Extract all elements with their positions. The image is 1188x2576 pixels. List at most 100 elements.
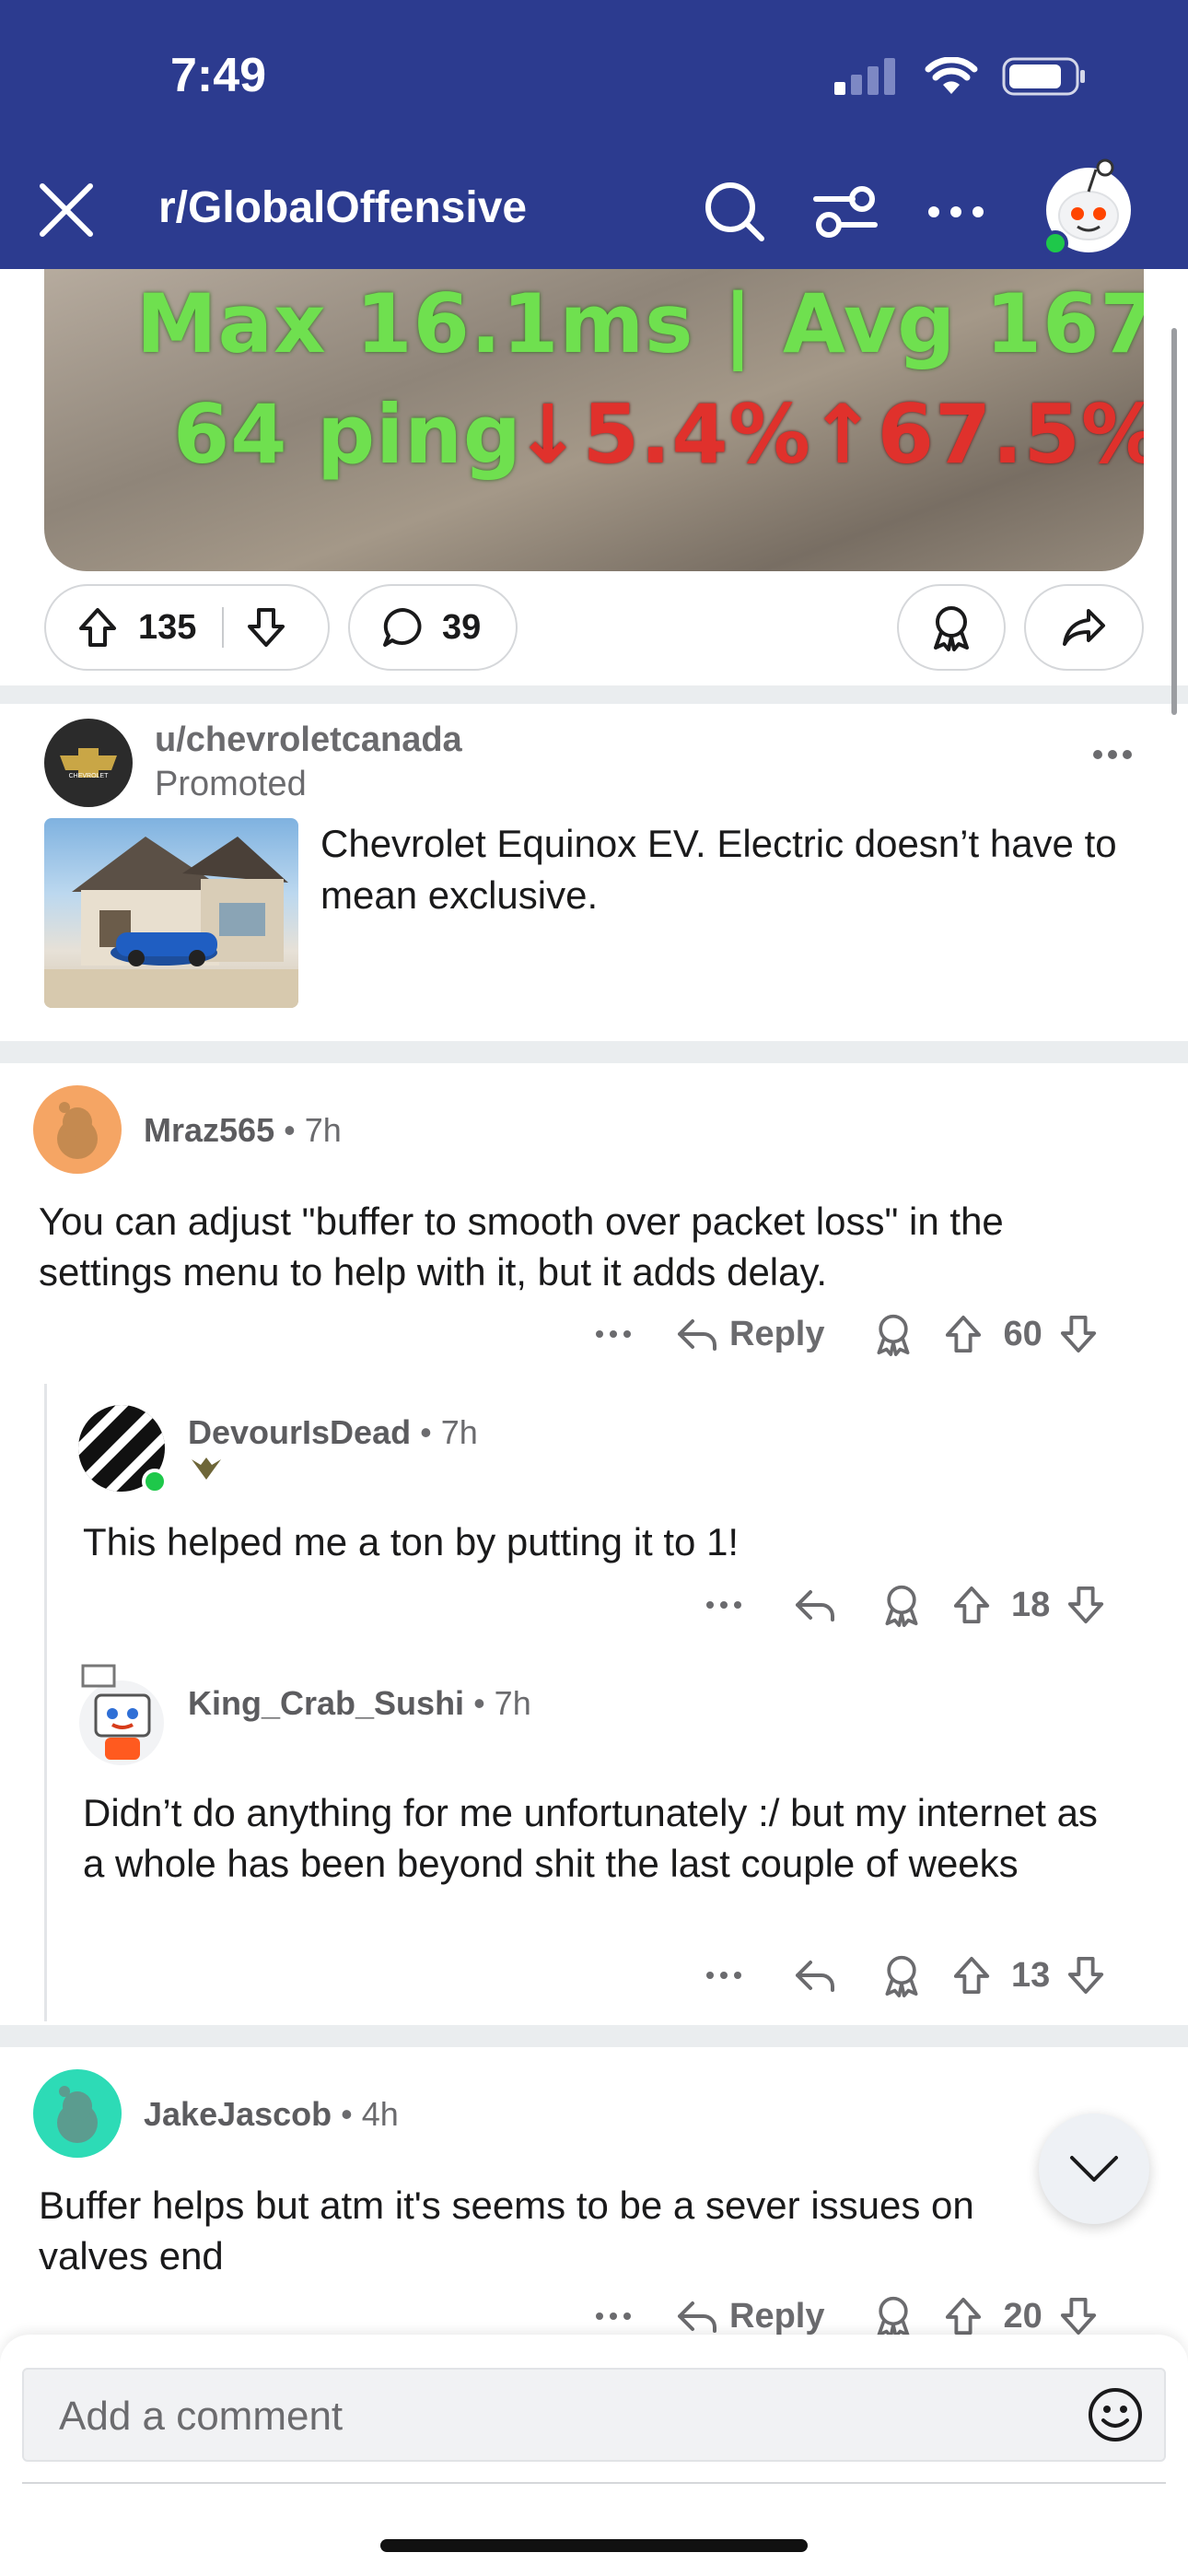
striped-avatar-icon	[78, 1405, 168, 1494]
comments-button[interactable]: 39	[348, 584, 518, 671]
award-button[interactable]	[872, 1312, 914, 1356]
comment-more-button[interactable]	[595, 2311, 632, 2322]
search-icon	[705, 182, 764, 241]
scrollbar-thumb[interactable]	[1171, 328, 1177, 715]
reply-icon	[678, 2301, 716, 2333]
smiley-face-icon	[1089, 2388, 1142, 2441]
more-horizontal-icon	[928, 206, 984, 217]
comment-avatar[interactable]	[77, 1404, 168, 1494]
advertiser-username[interactable]: u/chevroletcanada	[155, 720, 462, 760]
composer-divider	[22, 2482, 1166, 2484]
subreddit-title[interactable]: r/GlobalOffensive	[158, 182, 527, 233]
share-button[interactable]	[1024, 584, 1144, 671]
award-button[interactable]	[872, 2294, 914, 2338]
ad-headline[interactable]: Chevrolet Equinox EV. Electric doesn’t h…	[320, 818, 1149, 921]
post-media-image[interactable]: Max 16.1ms | Avg 167FPS 64 ping ↓5.4% ↑6…	[44, 269, 1144, 571]
reply-icon	[678, 1319, 716, 1351]
reply-label: Reply	[729, 2296, 825, 2336]
upvote-button[interactable]	[952, 1955, 991, 1996]
comment-meta: • 7h	[274, 1111, 342, 1149]
reply-icon	[796, 1590, 834, 1622]
cellular-signal-icon	[834, 58, 895, 95]
more-horizontal-icon	[596, 2313, 631, 2320]
comment-body: This helped me a ton by putting it to 1!	[83, 1520, 740, 1563]
jump-next-comment-button[interactable]	[1039, 2113, 1149, 2224]
status-icons	[833, 57, 1087, 96]
share-icon	[1063, 609, 1105, 646]
comment-more-button[interactable]	[705, 1599, 742, 1610]
downvote-button[interactable]	[246, 606, 286, 649]
home-indicator[interactable]	[380, 2539, 808, 2552]
reply-button[interactable]: Reply	[676, 1315, 824, 1354]
upvote-button[interactable]	[952, 1585, 991, 1625]
ad-thumbnail-image[interactable]	[44, 818, 298, 1008]
search-button[interactable]	[700, 177, 770, 247]
upvote-icon	[953, 1586, 990, 1624]
award-icon	[878, 1314, 910, 1356]
upvote-count: 135	[138, 607, 197, 647]
comment-username-text: DevourIsDead	[188, 1413, 412, 1451]
app-header: 7:49 r/GlobalOffensive	[0, 0, 1188, 269]
comment-actions: 18	[705, 1577, 1105, 1633]
comment-icon-wrap	[381, 606, 424, 649]
close-button[interactable]	[33, 177, 99, 243]
comment-meta: • 7h	[464, 1684, 531, 1722]
award-button[interactable]	[880, 1583, 923, 1627]
downvote-button[interactable]	[1059, 1314, 1098, 1354]
vote-count: 18	[1011, 1585, 1051, 1624]
section-separator	[0, 2025, 1188, 2047]
downvote-button[interactable]	[1066, 1955, 1105, 1996]
comment-body: Buffer helps but atm it's seems to be a …	[39, 2184, 974, 2277]
downvote-icon	[1060, 2297, 1096, 2336]
upvote-button[interactable]	[944, 1314, 983, 1354]
comment-body: You can adjust "buffer to smooth over pa…	[39, 1200, 1004, 1294]
more-horizontal-icon	[596, 1330, 631, 1338]
ad-more-options-button[interactable]	[1092, 748, 1133, 766]
battery-icon	[1002, 57, 1085, 96]
media-gain: ↑67.5%	[809, 387, 1144, 482]
close-icon	[40, 183, 93, 237]
emoji-button[interactable]	[1087, 2386, 1144, 2448]
reply-icon	[796, 1961, 834, 1992]
reply-button[interactable]	[794, 1587, 836, 1623]
downvote-button[interactable]	[1059, 2296, 1098, 2336]
upvote-button[interactable]	[77, 606, 118, 649]
downvote-button[interactable]	[1066, 1585, 1105, 1625]
media-stats-line: Max 16.1ms | Avg 167FPS	[136, 276, 1144, 371]
snoo-avatar-icon	[57, 2086, 98, 2143]
vote-pill: 135	[44, 584, 330, 671]
comment-username-text: JakeJascob	[144, 2095, 332, 2133]
comment-meta: • 4h	[332, 2095, 399, 2133]
reply-button[interactable]	[794, 1957, 836, 1994]
comment-username[interactable]: JakeJascob • 4h	[144, 2095, 399, 2134]
reply-button[interactable]: Reply	[676, 2297, 824, 2336]
comment-avatar[interactable]	[33, 2069, 122, 2158]
award-button[interactable]	[880, 1953, 923, 1997]
award-button[interactable]	[897, 584, 1006, 671]
more-options-button[interactable]	[921, 177, 991, 247]
comment-more-button[interactable]	[705, 1970, 742, 1981]
house-with-car-illustration	[44, 837, 298, 1008]
more-horizontal-icon	[706, 1972, 741, 1979]
comment-username[interactable]: King_Crab_Sushi • 7h	[188, 1684, 531, 1723]
chevron-down-icon	[1070, 2156, 1118, 2182]
more-horizontal-icon	[706, 1601, 741, 1609]
comment-username[interactable]: DevourIsDead • 7h	[188, 1413, 478, 1452]
comment-actions: Reply 60	[595, 1306, 1098, 1362]
comment-avatar[interactable]	[77, 1664, 166, 1767]
reply-label: Reply	[729, 1314, 825, 1353]
vote-divider	[222, 607, 225, 648]
comment-username[interactable]: Mraz565 • 7h	[144, 1111, 342, 1150]
rank-badge-icon	[192, 1458, 221, 1480]
downvote-icon	[1068, 1956, 1104, 1995]
thread-line[interactable]	[44, 1384, 47, 2021]
upvote-button[interactable]	[944, 2296, 983, 2336]
profile-avatar-button[interactable]	[1041, 155, 1136, 256]
filter-button[interactable]	[810, 177, 880, 247]
advertiser-avatar[interactable]: CHEVROLET	[44, 719, 133, 807]
comment-more-button[interactable]	[595, 1329, 632, 1340]
robot-snoo-avatar-icon	[79, 1664, 164, 1765]
comment-username-text: Mraz565	[144, 1111, 275, 1149]
award-icon	[885, 1955, 918, 1997]
comment-avatar[interactable]	[33, 1085, 122, 1174]
